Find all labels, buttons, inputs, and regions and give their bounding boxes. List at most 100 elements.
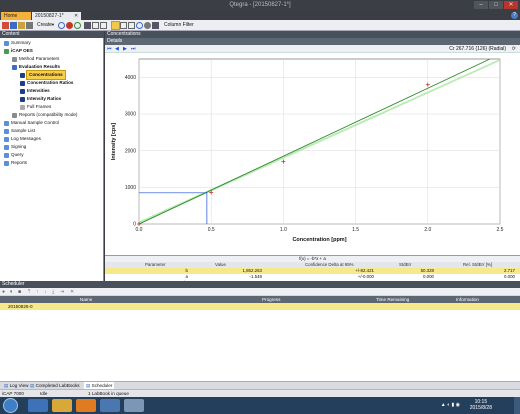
tree-item-query[interactable]: Query bbox=[0, 151, 24, 159]
refresh-icon[interactable]: ⟳ bbox=[512, 46, 516, 52]
scheduler-header: Scheduler bbox=[0, 281, 520, 288]
remove-icon[interactable]: ✕ bbox=[70, 289, 74, 295]
tree-item-summary[interactable]: Summary bbox=[0, 39, 31, 47]
element-selector[interactable]: Cr 267.716 {126} (Radial) bbox=[449, 46, 506, 52]
tree-item-method-parameters[interactable]: Method Parameters bbox=[0, 55, 59, 63]
calibration-chart: 0.0 0.5 1.0 1.5 2.0 2.5 0 1000 2000 3000 4000 Conce… bbox=[105, 53, 520, 255]
os-taskbar: ▲ ◐ ▮ ◉ 10:15 2015/8/28 bbox=[0, 397, 520, 414]
help-icon[interactable]: ? bbox=[511, 12, 518, 19]
move-down-icon[interactable]: ↓ bbox=[44, 289, 47, 295]
move-top-icon[interactable]: ⤒ bbox=[28, 289, 30, 295]
content-panel: Content Summary iCAP OES Method Paramete… bbox=[0, 31, 104, 281]
x-axis-label: Concentration [ppm] bbox=[292, 237, 346, 243]
open-icon[interactable] bbox=[18, 22, 25, 29]
app-icon[interactable] bbox=[100, 399, 120, 412]
chart-view-icon[interactable] bbox=[111, 21, 120, 30]
skip-icon[interactable]: ⇥ bbox=[60, 289, 64, 295]
maximize-icon[interactable]: □ bbox=[489, 1, 503, 9]
nav-back-icon[interactable] bbox=[58, 22, 65, 29]
show-desktop-button[interactable] bbox=[514, 397, 520, 414]
x-tick-label: 2.0 bbox=[424, 227, 431, 233]
tree-item-log-messages[interactable]: Log Messages bbox=[0, 135, 41, 143]
sort-icon[interactable] bbox=[128, 22, 135, 29]
tree-item-reports[interactable]: Reports bbox=[0, 159, 27, 167]
qtegra-icon[interactable] bbox=[124, 399, 144, 412]
signing-icon bbox=[4, 144, 9, 150]
first-icon[interactable]: ⏮ bbox=[107, 46, 112, 52]
stop-icon[interactable] bbox=[66, 22, 73, 29]
move-up-icon[interactable]: ↑ bbox=[36, 289, 39, 295]
edit-icon[interactable] bbox=[84, 22, 91, 29]
scheduler-toolbar: ● ⏸ ■ ⤒ ↑ ↓ ⤓ ⇥ ✕ bbox=[0, 288, 520, 296]
tree-item-concentration-ratios[interactable]: Concentration Ratios bbox=[0, 79, 73, 87]
print-icon[interactable] bbox=[26, 22, 33, 29]
next-icon[interactable]: ▶ bbox=[123, 46, 127, 52]
tree-item-signing[interactable]: Signing bbox=[0, 143, 26, 151]
tree-item-concentrations[interactable]: Concentrations bbox=[0, 70, 66, 80]
tree-item-manual-sample-control[interactable]: Manual Sample Control bbox=[0, 119, 59, 127]
chevron-down-icon[interactable]: ▼ bbox=[51, 22, 55, 27]
document-tabs: Home Page 20150827-1* ✕ ? bbox=[0, 11, 520, 27]
create-menu[interactable]: Create bbox=[37, 22, 52, 29]
last-icon[interactable]: ⏭ bbox=[131, 46, 136, 52]
close-icon[interactable]: ✕ bbox=[504, 1, 518, 9]
log-icon bbox=[4, 136, 9, 142]
tree-item-intensity-ratios[interactable]: Intensity Ratios bbox=[0, 95, 61, 103]
window-controls: – □ ✕ bbox=[474, 1, 518, 9]
calibration-chart-svg: 0.0 0.5 1.0 1.5 2.0 2.5 0 1000 2000 3000 4000 Conce… bbox=[111, 58, 504, 243]
col-name: Name bbox=[80, 297, 93, 302]
media-player-icon[interactable] bbox=[76, 399, 96, 412]
stop-icon[interactable]: ■ bbox=[18, 289, 21, 295]
x-tick-label: 1.5 bbox=[352, 227, 359, 233]
refresh-icon[interactable] bbox=[136, 22, 143, 29]
window-title: Qtegra - [20150827-1*] bbox=[229, 2, 291, 8]
y-axis-label: Intensity [cps] bbox=[111, 123, 117, 160]
list-icon bbox=[4, 128, 9, 134]
tree-item-reports-compat[interactable]: Reports (compatibility mode) bbox=[0, 111, 77, 119]
tree-item-icap-oes[interactable]: iCAP OES bbox=[0, 47, 33, 55]
tree-item-sample-list[interactable]: Sample List bbox=[0, 127, 35, 135]
new-icon[interactable] bbox=[2, 22, 9, 29]
y-tick-label: 3000 bbox=[125, 112, 136, 118]
grid-view-icon[interactable] bbox=[92, 22, 99, 29]
folder-icon[interactable] bbox=[52, 399, 72, 412]
pause-icon[interactable]: ⏸ bbox=[10, 289, 13, 295]
scheduler-panel: Scheduler ● ⏸ ■ ⤒ ↑ ↓ ⤓ ⇥ ✕ Name Progres… bbox=[0, 281, 520, 381]
sample-control-icon bbox=[4, 120, 9, 126]
start-button[interactable] bbox=[3, 398, 18, 413]
title-bar: Qtegra - [20150827-1*] – □ ✕ bbox=[0, 0, 520, 11]
tray-icons[interactable]: ▲ ◐ ▮ ◉ bbox=[441, 402, 460, 408]
list-view-icon[interactable] bbox=[120, 22, 127, 29]
table-view-icon[interactable] bbox=[100, 22, 107, 29]
y-tick-label: 4000 bbox=[125, 75, 136, 81]
tab-close-icon[interactable]: ✕ bbox=[74, 13, 78, 19]
gear-icon[interactable] bbox=[144, 22, 151, 29]
filter-icon[interactable] bbox=[152, 22, 159, 29]
x-tick-label: 1.0 bbox=[280, 227, 287, 233]
labbook-name: 20150826-0 bbox=[8, 304, 33, 309]
taskbar-clock[interactable]: 10:15 2015/8/28 bbox=[470, 399, 492, 411]
tree-item-evaluation-results[interactable]: Evaluation Results bbox=[0, 63, 60, 71]
tree-item-full-frames[interactable]: Full Frames bbox=[0, 103, 51, 111]
content-panel-header: Content bbox=[0, 31, 104, 38]
column-filter-button[interactable]: Column Filter bbox=[164, 22, 194, 29]
grid-icon bbox=[20, 80, 25, 86]
grid-icon bbox=[20, 72, 25, 78]
x-tick-label: 2.5 bbox=[497, 227, 504, 233]
play-icon[interactable] bbox=[74, 22, 81, 29]
save-icon[interactable] bbox=[10, 22, 17, 29]
tree-item-intensities[interactable]: Intensities bbox=[0, 87, 50, 95]
minimize-icon[interactable]: – bbox=[474, 1, 488, 9]
play-icon[interactable]: ● bbox=[2, 289, 5, 295]
method-icon bbox=[12, 56, 17, 62]
y-tick-label: 2000 bbox=[125, 148, 136, 154]
toolbar: Create ▼ Column Filter bbox=[0, 20, 520, 31]
browser-icon[interactable] bbox=[28, 399, 48, 412]
col-time-remaining: Time Remaining bbox=[376, 297, 410, 302]
tab-home-page[interactable]: Home Page bbox=[1, 12, 31, 27]
concentrations-panel: Concentrations Details ⏮ ◀ ▶ ⏭ Cr 267.71… bbox=[105, 31, 520, 313]
report-icon bbox=[12, 112, 17, 118]
scheduler-row[interactable]: 20150826-0 bbox=[0, 303, 520, 310]
move-bottom-icon[interactable]: ⤓ bbox=[52, 289, 54, 295]
previous-icon[interactable]: ◀ bbox=[115, 46, 119, 52]
